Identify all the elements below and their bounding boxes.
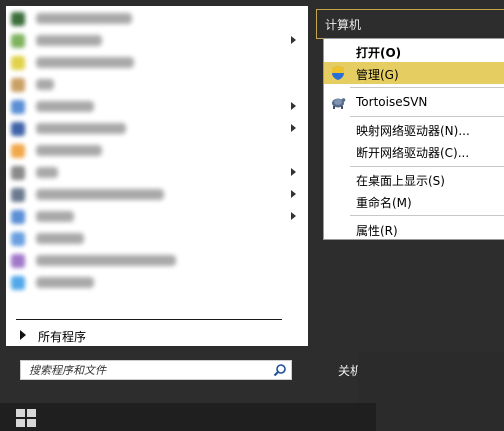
start-menu: 所有程序 关机 计算机 打开(O) [0, 0, 504, 431]
program-item[interactable] [6, 140, 308, 162]
chevron-right-icon [291, 102, 296, 110]
chevron-right-icon [291, 168, 296, 176]
menu-item-label: 打开(O) [356, 46, 402, 60]
divider [16, 319, 282, 320]
chevron-right-icon [291, 212, 296, 220]
menu-item-properties[interactable]: 属性(R) [324, 218, 504, 240]
chevron-right-icon [291, 36, 296, 44]
menu-item-map-network-drive[interactable]: 映射网络驱动器(N)... [324, 118, 504, 140]
program-label-blurred [36, 101, 94, 112]
all-programs-label: 所有程序 [38, 330, 87, 344]
menu-item-label: 属性(R) [356, 224, 398, 238]
program-item[interactable] [6, 272, 308, 294]
program-label-blurred [36, 79, 54, 90]
program-label-blurred [36, 145, 102, 156]
menu-separator [350, 116, 504, 117]
menu-item-open[interactable]: 打开(O) [324, 40, 504, 62]
program-icon [11, 56, 25, 70]
program-icon [11, 144, 25, 158]
menu-item-label: 断开网络驱动器(C)... [356, 146, 470, 160]
program-item[interactable] [6, 118, 308, 140]
program-label-blurred [36, 211, 74, 222]
search-icon[interactable] [273, 363, 287, 377]
windows-icon [16, 409, 36, 427]
program-icon [11, 210, 25, 224]
triangle-right-icon [20, 330, 26, 340]
program-item[interactable] [6, 96, 308, 118]
menu-item-label: 管理(G) [356, 68, 399, 82]
programs-pane: 所有程序 [6, 6, 308, 346]
shutdown-button[interactable]: 关机 [338, 362, 358, 379]
program-label-blurred [36, 35, 102, 46]
program-item[interactable] [6, 206, 308, 228]
program-icon [11, 232, 25, 246]
program-item[interactable] [6, 250, 308, 272]
program-item[interactable] [6, 8, 308, 30]
computer-label: 计算机 [325, 18, 362, 32]
program-label-blurred [36, 167, 58, 178]
start-button[interactable] [16, 409, 36, 427]
all-programs-button[interactable]: 所有程序 [14, 324, 214, 346]
bottom-panel [358, 352, 504, 431]
menu-separator [350, 87, 504, 88]
menu-item-label: 在桌面上显示(S) [356, 174, 445, 188]
search-box[interactable] [20, 360, 292, 380]
program-label-blurred [36, 277, 94, 288]
program-icon [11, 276, 25, 290]
menu-item-show-on-desktop[interactable]: 在桌面上显示(S) [324, 168, 504, 190]
search-input[interactable] [21, 361, 269, 379]
tortoise-icon [330, 94, 346, 110]
menu-item-label: 映射网络驱动器(N)... [356, 124, 470, 138]
program-label-blurred [36, 255, 176, 266]
menu-separator [350, 215, 504, 216]
taskbar [0, 403, 376, 431]
chevron-right-icon [291, 124, 296, 132]
program-item[interactable] [6, 30, 308, 52]
menu-item-label: TortoiseSVN [356, 95, 428, 109]
menu-separator [350, 166, 504, 167]
menu-item-tortoisesvn[interactable]: TortoiseSVN [324, 91, 504, 113]
program-item[interactable] [6, 74, 308, 96]
program-icon [11, 122, 25, 136]
program-item[interactable] [6, 184, 308, 206]
program-icon [11, 254, 25, 268]
menu-item-rename[interactable]: 重命名(M) [324, 190, 504, 212]
program-icon [11, 12, 25, 26]
menu-item-manage[interactable]: 管理(G) [324, 62, 504, 84]
program-item[interactable] [6, 228, 308, 250]
program-icon [11, 166, 25, 180]
program-icon [11, 100, 25, 114]
computer-link[interactable]: 计算机 [316, 9, 504, 39]
menu-item-disconnect-network-drive[interactable]: 断开网络驱动器(C)... [324, 140, 504, 162]
program-item[interactable] [6, 52, 308, 74]
context-menu: 打开(O) 管理(G) TortoiseSVN 映射网络驱动器(N)... 断开… [323, 38, 504, 240]
chevron-right-icon [291, 190, 296, 198]
menu-item-label: 重命名(M) [356, 196, 412, 210]
program-icon [11, 78, 25, 92]
shield-icon [330, 65, 346, 81]
program-label-blurred [36, 189, 164, 200]
program-icon [11, 188, 25, 202]
program-item[interactable] [6, 162, 308, 184]
program-label-blurred [36, 13, 132, 24]
program-label-blurred [36, 57, 134, 68]
program-label-blurred [36, 233, 84, 244]
program-icon [11, 34, 25, 48]
program-label-blurred [36, 123, 126, 134]
